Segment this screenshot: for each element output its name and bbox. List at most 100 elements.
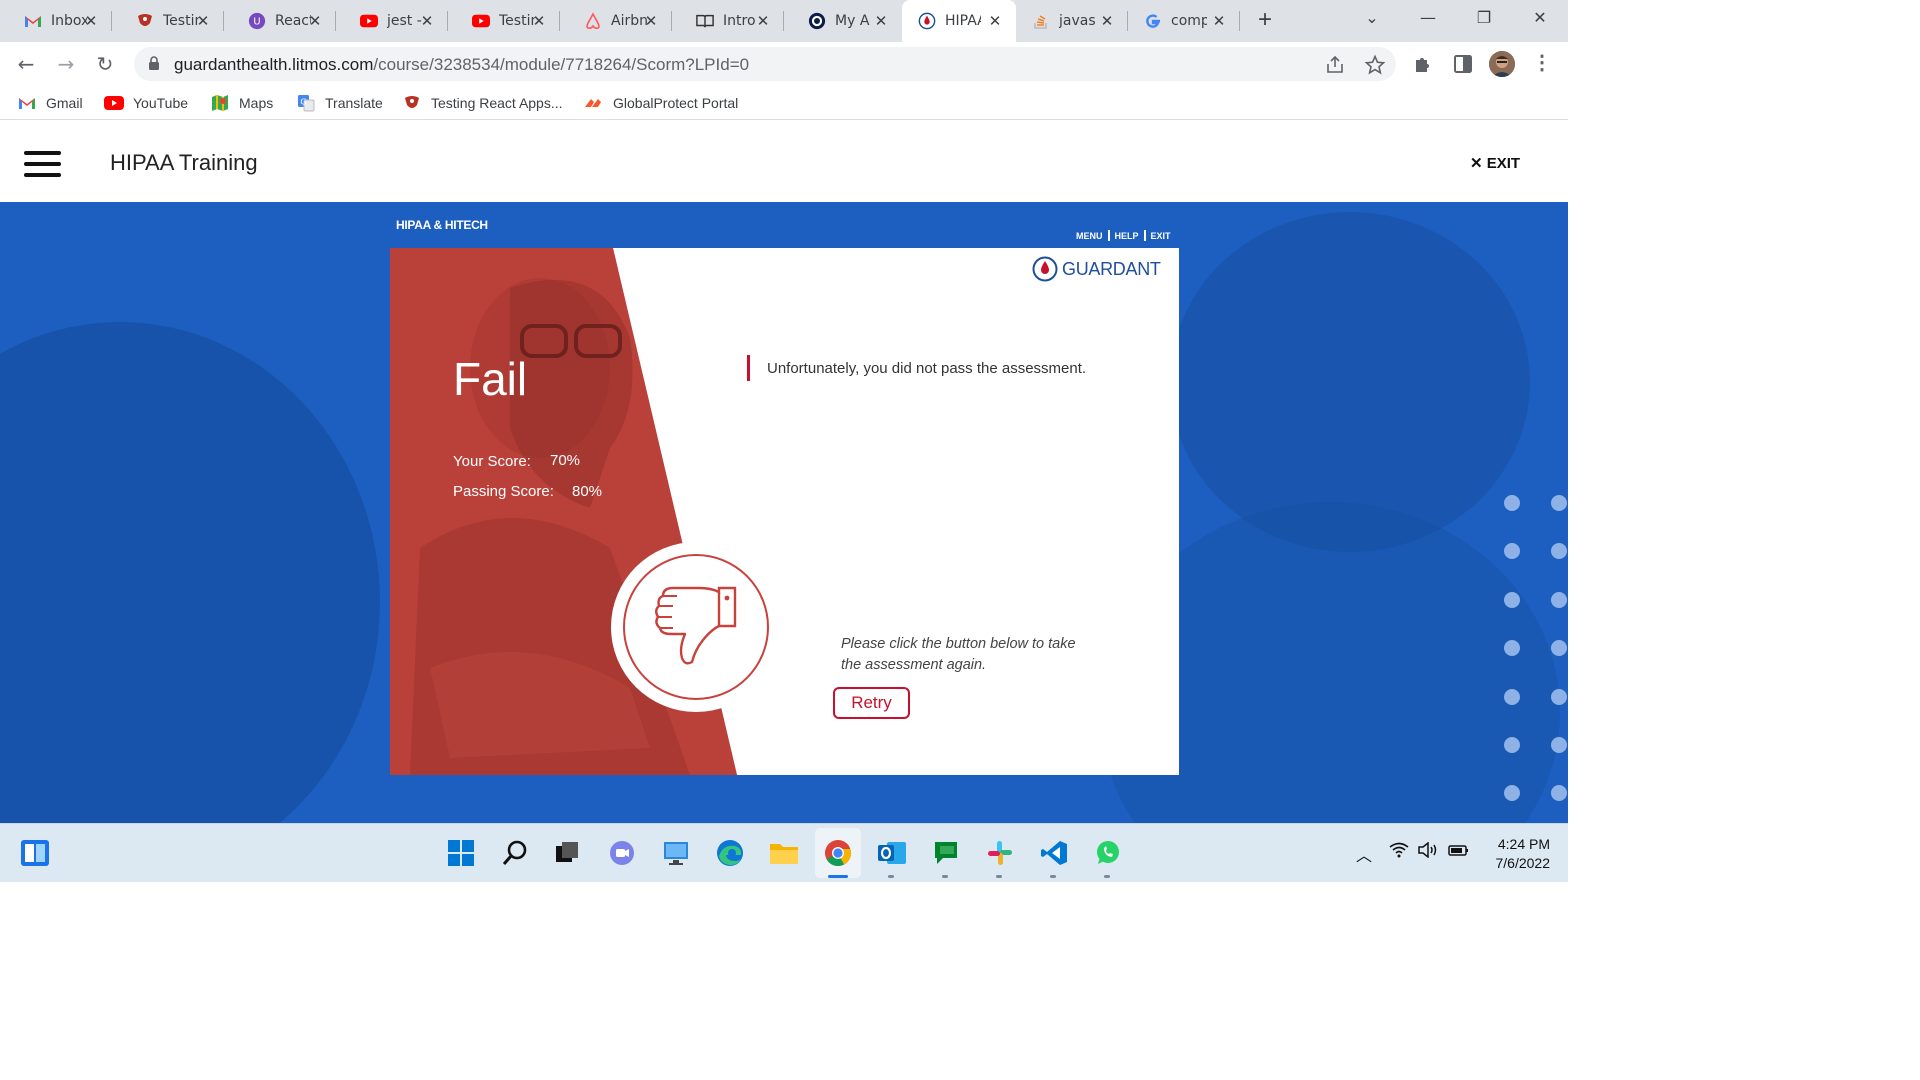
outlook-icon[interactable] — [877, 838, 907, 868]
close-icon[interactable]: ✕ — [306, 12, 324, 30]
edge-icon[interactable] — [715, 838, 745, 868]
close-icon[interactable]: ✕ — [530, 12, 548, 30]
tab-testing-2[interactable]: Testing ✕ — [448, 0, 560, 42]
bookmark-maps[interactable]: Maps — [210, 93, 273, 113]
extensions-puzzle-icon[interactable] — [1412, 53, 1434, 75]
new-tab-button[interactable]: + — [1252, 8, 1278, 34]
teams-chat-icon[interactable] — [607, 838, 637, 868]
task-view-icon[interactable] — [552, 838, 582, 868]
testing-library-icon — [402, 94, 422, 112]
profile-avatar[interactable] — [1489, 51, 1515, 77]
url-text: guardanthealth.litmos.com/course/3238534… — [174, 55, 749, 75]
exit-label: EXIT — [1486, 155, 1521, 172]
tab-hipaa-active[interactable]: HIPAA ✕ — [902, 0, 1016, 42]
bookmark-gmail[interactable]: Gmail — [17, 93, 83, 113]
tab-inbox[interactable]: Inbox ✕ — [0, 0, 112, 42]
remote-desktop-icon[interactable] — [661, 838, 691, 868]
hamburger-menu-icon[interactable] — [24, 151, 61, 177]
running-indicator — [942, 875, 948, 878]
retry-button[interactable]: Retry — [833, 687, 910, 719]
volume-icon[interactable] — [1418, 841, 1440, 862]
decorative-dot — [1551, 640, 1567, 656]
result-message: Unfortunately, you did not pass the asse… — [767, 360, 1087, 377]
running-indicator — [888, 875, 894, 878]
youtube-icon — [472, 12, 490, 30]
testing-library-icon — [136, 12, 154, 30]
course-menu-link[interactable]: MENU — [1076, 231, 1103, 241]
decorative-dot — [1551, 737, 1567, 753]
close-icon[interactable]: ✕ — [1210, 12, 1228, 30]
system-clock[interactable]: 4:24 PM 7/6/2022 — [1480, 835, 1551, 873]
close-icon[interactable]: ✕ — [872, 12, 890, 30]
airbnb-icon — [584, 12, 602, 30]
exit-button[interactable]: ✕ EXIT — [1470, 154, 1520, 172]
bookmarks-bar: Gmail YouTube Maps G Translate Testing R… — [0, 86, 1568, 120]
background-figure — [1170, 212, 1530, 552]
bookmark-label: Testing React Apps... — [431, 95, 563, 111]
tab-react[interactable]: U React ✕ — [224, 0, 336, 42]
tab-comp[interactable]: comp ✕ — [1128, 0, 1240, 42]
tab-my-a[interactable]: My A ✕ — [784, 0, 902, 42]
windows-start-icon[interactable] — [446, 838, 476, 868]
bookmark-testing-react[interactable]: Testing React Apps... — [402, 93, 563, 113]
close-icon[interactable]: ✕ — [642, 12, 660, 30]
bookmark-youtube[interactable]: YouTube — [104, 93, 188, 113]
tab-intro[interactable]: Intro ✕ — [672, 0, 784, 42]
vscode-icon[interactable] — [1039, 838, 1069, 868]
background-figure — [0, 322, 380, 823]
bookmark-label: GlobalProtect Portal — [613, 95, 739, 111]
back-arrow-icon[interactable]: ← — [12, 50, 40, 78]
close-icon[interactable]: ✕ — [82, 12, 100, 30]
course-exit-link[interactable]: EXIT — [1151, 231, 1171, 241]
decorative-dot — [1551, 689, 1567, 705]
stackoverflow-icon — [1032, 12, 1050, 30]
tab-jest[interactable]: jest - ✕ — [336, 0, 448, 42]
fail-photo-panel — [390, 248, 737, 775]
side-panel-icon[interactable] — [1452, 53, 1474, 75]
tab-search-chevron-icon[interactable]: ⌄ — [1352, 4, 1392, 32]
slack-icon[interactable] — [985, 838, 1015, 868]
windows-taskbar: ︿ 4:24 PM 7/6/2022 — [0, 823, 1568, 882]
bookmark-globalprotect[interactable]: GlobalProtect Portal — [584, 93, 738, 113]
share-icon[interactable] — [1324, 54, 1346, 76]
tab-airbnb[interactable]: Airbnb ✕ — [560, 0, 672, 42]
decorative-dot — [1504, 640, 1520, 656]
course-help-link[interactable]: HELP — [1115, 231, 1139, 241]
close-icon[interactable]: ✕ — [194, 12, 212, 30]
bookmark-label: YouTube — [133, 95, 189, 111]
forward-arrow-icon[interactable]: → — [52, 50, 80, 78]
window-close-icon[interactable]: ✕ — [1520, 4, 1560, 32]
url-path: /course/3238534/module/7718264/Scorm?LPI… — [373, 55, 750, 74]
close-icon[interactable]: ✕ — [418, 12, 436, 30]
search-icon[interactable] — [500, 838, 530, 868]
widgets-icon[interactable] — [20, 838, 50, 868]
clock-time: 4:24 PM — [1497, 836, 1550, 852]
restore-icon[interactable]: ❐ — [1464, 4, 1504, 32]
address-bar[interactable]: guardanthealth.litmos.com/course/3238534… — [134, 47, 1396, 81]
close-icon[interactable]: ✕ — [754, 12, 772, 30]
whatsapp-icon[interactable] — [1093, 838, 1123, 868]
wifi-icon[interactable] — [1389, 842, 1409, 862]
react-icon: U — [248, 12, 266, 30]
translate-icon: G — [296, 94, 316, 112]
browser-menu-icon[interactable]: ⋮ — [1532, 52, 1552, 74]
youtube-icon — [104, 94, 124, 112]
circle-o-icon — [808, 12, 826, 30]
battery-icon[interactable] — [1448, 842, 1470, 862]
close-icon[interactable]: ✕ — [1098, 12, 1116, 30]
tab-javas[interactable]: javas ✕ — [1016, 0, 1128, 42]
running-indicator — [1050, 875, 1056, 878]
logo-text: GUARDANT — [1062, 258, 1161, 279]
minimize-icon[interactable]: — — [1408, 4, 1448, 32]
tray-chevron-icon[interactable]: ︿ — [1356, 842, 1372, 866]
bookmark-star-icon[interactable] — [1364, 54, 1386, 76]
tab-testing-1[interactable]: Testing ✕ — [112, 0, 224, 42]
close-icon: ✕ — [1470, 155, 1487, 172]
chrome-icon[interactable] — [823, 838, 853, 868]
bookmark-translate[interactable]: G Translate — [296, 93, 383, 113]
google-chat-icon[interactable] — [931, 838, 961, 868]
file-explorer-icon[interactable] — [769, 838, 799, 868]
reload-icon[interactable]: ↻ — [91, 50, 119, 78]
chrome-running-indicator — [828, 875, 848, 878]
close-icon[interactable]: ✕ — [986, 12, 1004, 30]
